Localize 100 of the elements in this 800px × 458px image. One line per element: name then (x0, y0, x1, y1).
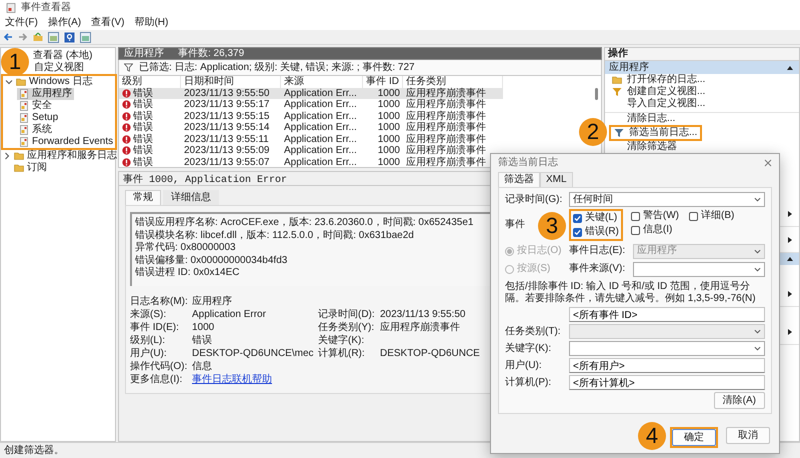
submenu-arrow-icon[interactable] (787, 328, 793, 334)
section-header[interactable]: 应用程序 (605, 61, 799, 74)
table-cell-text: 应用程序崩溃事件 (405, 134, 487, 145)
table-row[interactable]: 错误 (119, 99, 181, 110)
action-item[interactable]: 导入自定义视图... (609, 98, 708, 110)
back-arrow-icon[interactable] (3, 32, 13, 42)
tree-item[interactable]: 查看器 (本地) (31, 50, 94, 62)
table-cell-text: 2023/11/13 9:55:07 (183, 156, 270, 168)
funnel-icon (612, 87, 622, 97)
tree-item[interactable]: Setup (17, 112, 60, 124)
submenu-arrow-icon[interactable] (787, 236, 793, 242)
window-title: 事件查看器 (21, 2, 71, 14)
tree-item[interactable]: 应用程序 (17, 88, 74, 100)
table-cell-text: 2023/11/13 9:55:11 (183, 134, 270, 145)
expand-chevron-icon[interactable] (3, 152, 11, 160)
tree-item[interactable]: Forwarded Events (17, 136, 116, 148)
collapse-triangle-icon (787, 64, 793, 70)
tree-item[interactable]: 安全 (17, 100, 54, 112)
checkbox[interactable]: 警告(W) (630, 210, 679, 222)
level-text: 错误 (133, 145, 153, 156)
checkbox[interactable]: 信息(I) (630, 224, 679, 236)
pane-icon[interactable] (48, 32, 59, 42)
step-badge: 1 (1, 48, 29, 76)
dropdown[interactable] (569, 341, 765, 356)
checkbox[interactable]: 详细(B) (689, 210, 734, 222)
scrollbar-thumb[interactable] (595, 88, 598, 100)
action-item[interactable]: 创建自定义视图... (609, 86, 708, 98)
field-label: 关键字(K): (505, 342, 552, 354)
table-cell-text: Application Err... (283, 145, 358, 156)
error-icon (122, 146, 131, 156)
property-label: 关键字(K): (318, 335, 364, 347)
table-cell-text: 1000 (376, 122, 401, 134)
event-id-field[interactable]: <所有事件 ID> (569, 307, 765, 322)
up-folder-icon[interactable] (33, 32, 43, 42)
table-cell-text: 应用程序崩溃事件 (405, 110, 487, 122)
table-cell-text: 应用程序崩溃事件 (405, 156, 487, 168)
time-dropdown[interactable]: 任何时间 (569, 192, 765, 207)
table-row[interactable]: 错误 (119, 134, 181, 145)
menu-item[interactable]: 帮助(H) (134, 17, 168, 29)
action-item[interactable]: 清除日志... (609, 113, 678, 125)
checkbox[interactable]: 关键(L) (573, 212, 619, 224)
pane-icon[interactable] (80, 32, 91, 42)
table-cell-text: Application Err... (283, 99, 358, 110)
table-cell: 2023/11/13 9:55:50 (181, 88, 281, 99)
submenu-arrow-icon[interactable] (787, 210, 793, 216)
checkbox[interactable]: 错误(R) (573, 226, 619, 238)
forward-arrow-icon[interactable] (18, 32, 28, 42)
log-title: 应用程序 (124, 48, 164, 60)
dropdown[interactable] (633, 262, 765, 276)
menu-item[interactable]: 查看(V) (91, 17, 124, 29)
close-icon[interactable] (764, 159, 772, 167)
property-label: 任务类别(Y): (318, 322, 374, 334)
action-item[interactable]: 打开保存的日志... (609, 74, 708, 86)
property-value: 信息 (192, 361, 212, 373)
property-label: 操作代码(O): (130, 361, 188, 373)
table-cell-text: 应用程序崩溃事件 (405, 99, 487, 110)
event-count: 事件数: 26,379 (178, 48, 244, 60)
submenu-arrow-icon[interactable] (787, 290, 793, 296)
tab[interactable]: XML (540, 172, 573, 187)
table-row[interactable]: 错误 (119, 88, 181, 99)
error-icon (122, 134, 131, 144)
field-label: 用户(U): (505, 360, 542, 372)
tab[interactable]: 常规 (125, 190, 161, 205)
clear-button[interactable]: 清除(A) (714, 392, 765, 409)
property-value: 应用程序 (192, 296, 232, 308)
property-value: 错误 (192, 335, 212, 347)
table-row[interactable]: 错误 (119, 145, 181, 156)
description-line: 异常代码: 0x80000003 (135, 242, 236, 254)
tab[interactable]: 详细信息 (163, 190, 219, 205)
menu-item[interactable]: 操作(A) (48, 17, 82, 29)
error-icon (122, 123, 131, 132)
log-icon (19, 113, 29, 123)
tree-item[interactable]: 订阅 (12, 162, 49, 174)
property-label: 记录时间(D): (318, 309, 375, 321)
description-line: 错误进程 ID: 0x0x14EC (135, 267, 240, 280)
user-field[interactable]: <所有用户> (569, 358, 765, 373)
tree-item[interactable]: 应用程序和服务日志 (12, 150, 119, 162)
error-icon (122, 112, 131, 121)
expand-chevron-icon[interactable] (5, 78, 13, 86)
table-row[interactable]: 错误 (119, 110, 181, 122)
tree-item[interactable]: Windows 日志 (14, 76, 94, 88)
cancel-button[interactable]: 取消 (726, 427, 770, 444)
ok-button[interactable]: 确定 (672, 429, 716, 446)
table-row[interactable]: 错误 (119, 122, 181, 134)
field-label: 事件 (505, 219, 525, 231)
table-cell-text: Application Err... (283, 134, 358, 145)
table-cell-text: 1000 (376, 134, 401, 145)
funnel-icon (614, 128, 624, 138)
table-row[interactable]: 错误 (119, 156, 181, 168)
computer-field[interactable]: <所有计算机> (569, 375, 765, 390)
field-label: 任务类别(T): (505, 326, 561, 338)
tree-item[interactable]: 系统 (17, 124, 54, 136)
help-link[interactable]: 事件日志联机帮助 (192, 374, 272, 386)
tab[interactable]: 筛选器 (498, 172, 540, 187)
tree-item[interactable]: 自定义视图 (32, 62, 86, 74)
log-icon (19, 89, 29, 99)
action-item[interactable]: 清除筛选器 (609, 141, 680, 153)
action-item[interactable]: 筛选当前日志... (611, 127, 700, 139)
funnel-icon (124, 63, 133, 72)
menu-item[interactable]: 文件(F) (5, 17, 38, 29)
